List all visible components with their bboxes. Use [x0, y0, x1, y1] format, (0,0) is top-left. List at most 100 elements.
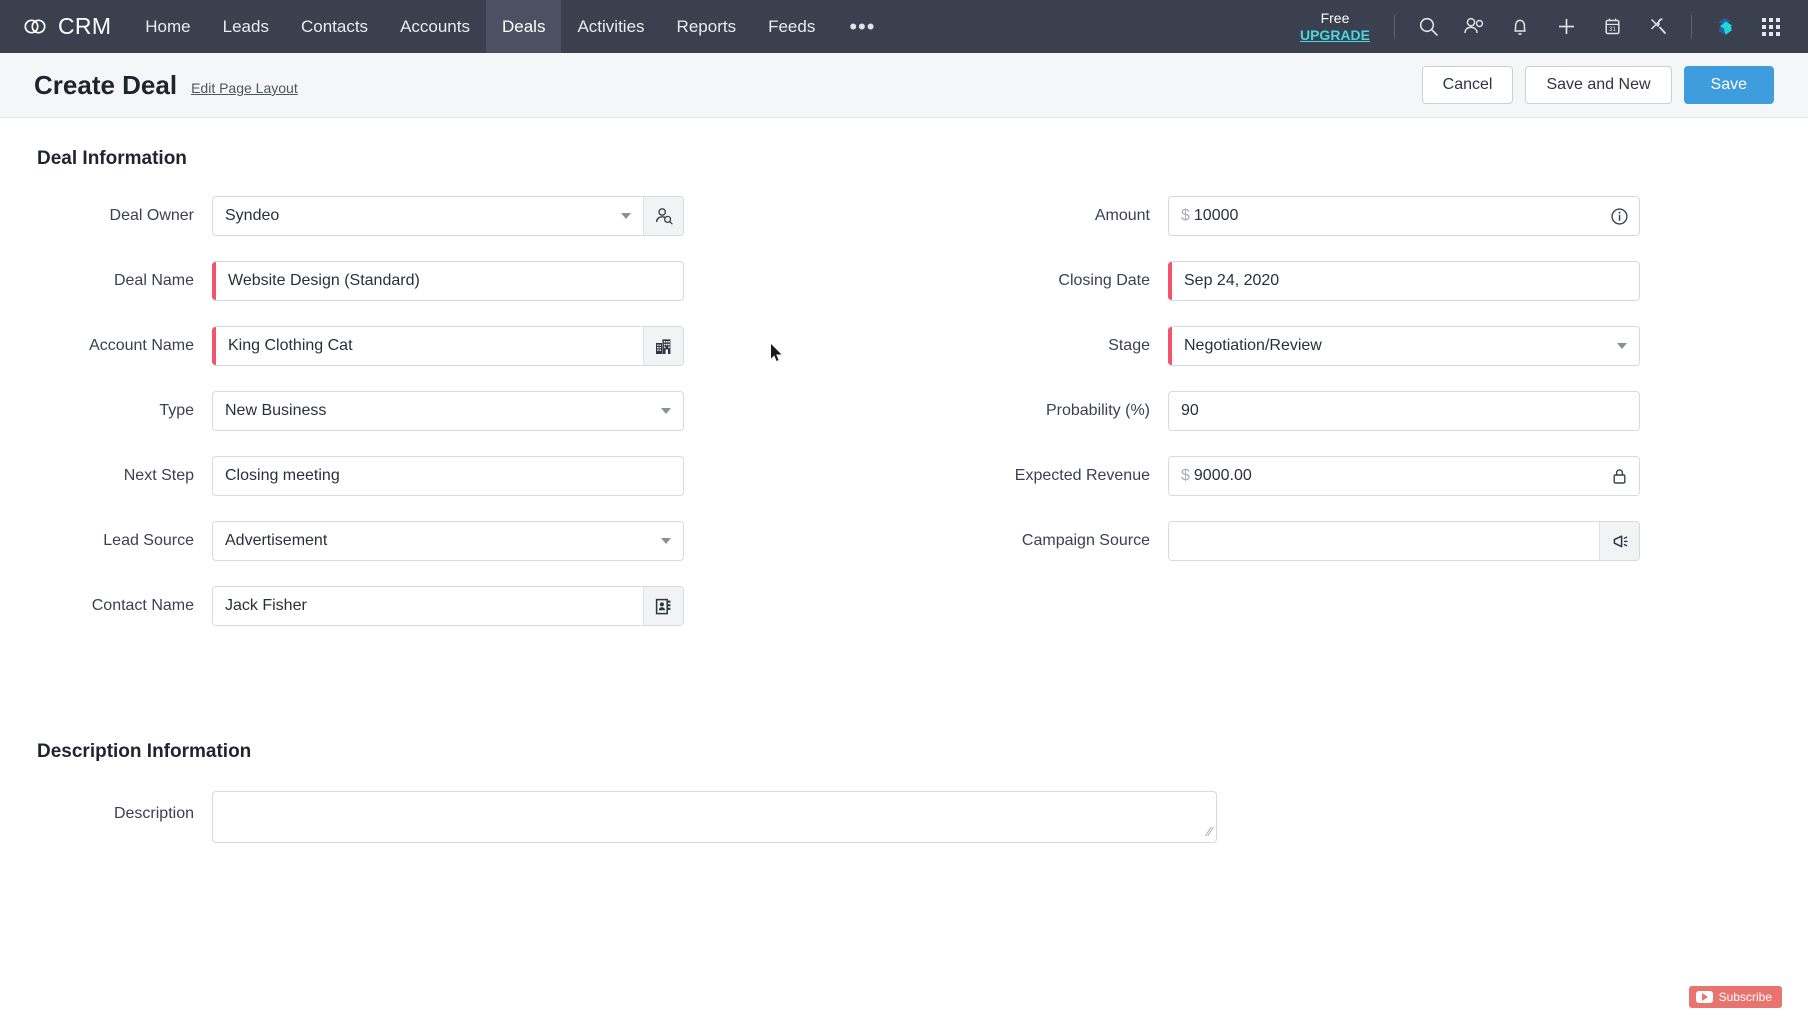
zia-icon[interactable] — [1702, 0, 1748, 53]
calendar-icon[interactable]: 31 — [1589, 0, 1635, 53]
field-campaign-source: Campaign Source — [904, 521, 1808, 561]
field-label-closing-date: Closing Date — [1058, 272, 1150, 289]
amount-number: 10000 — [1193, 207, 1239, 224]
info-icon[interactable] — [1599, 197, 1639, 235]
brand-logo-area[interactable]: CRM — [0, 0, 129, 53]
field-value-closing-date[interactable]: Sep 24, 2020 — [1172, 272, 1639, 290]
field-contact-name: Contact Name Jack Fisher — [0, 586, 904, 626]
user-search-icon[interactable] — [643, 197, 683, 235]
resize-grip-icon[interactable]: ⁄⁄ — [1208, 824, 1212, 839]
field-value-amount[interactable]: $10000 — [1169, 207, 1599, 225]
megaphone-icon[interactable] — [1599, 522, 1639, 560]
field-label-probability: Probability (%) — [1045, 402, 1150, 419]
nav-tab-reports[interactable]: Reports — [661, 0, 753, 53]
field-stage: Stage Negotiation/Review — [904, 326, 1808, 366]
save-and-new-button[interactable]: Save and New — [1525, 66, 1672, 104]
chevron-down-icon[interactable] — [649, 408, 683, 414]
bell-icon[interactable] — [1497, 0, 1543, 53]
apps-grid-icon[interactable] — [1748, 0, 1794, 53]
section-title-description-information: Description Information — [37, 741, 252, 762]
field-control-expected-revenue: $9000.00 — [1168, 456, 1640, 496]
nav-divider-2 — [1691, 14, 1692, 39]
field-label-type: Type — [159, 402, 194, 419]
field-value-next-step[interactable]: Closing meeting — [213, 467, 683, 485]
field-value-probability[interactable]: 90 — [1169, 402, 1639, 420]
currency-symbol-amount: $ — [1181, 207, 1190, 224]
field-control-contact-name[interactable]: Jack Fisher — [212, 586, 684, 626]
field-label-stage: Stage — [1108, 337, 1150, 354]
cancel-button[interactable]: Cancel — [1421, 66, 1514, 104]
youtube-play-icon — [1695, 991, 1713, 1003]
page-title: Create Deal — [34, 69, 178, 100]
field-value-contact-name[interactable]: Jack Fisher — [213, 597, 643, 615]
field-control-account-name[interactable]: King Clothing Cat — [212, 326, 684, 366]
field-probability: Probability (%) 90 — [904, 391, 1808, 431]
field-value-account-name[interactable]: King Clothing Cat — [216, 337, 643, 355]
mouse-cursor-icon — [770, 343, 784, 367]
building-icon[interactable] — [643, 327, 683, 365]
field-amount: Amount $10000 — [904, 196, 1808, 236]
field-value-deal-name[interactable]: Website Design (Standard) — [216, 272, 683, 290]
field-value-type: New Business — [225, 402, 327, 419]
nav-tab-leads[interactable]: Leads — [207, 0, 285, 53]
field-control-deal-owner[interactable]: Syndeo — [212, 196, 684, 236]
field-control-type[interactable]: New Business — [212, 391, 684, 431]
edit-page-layout-link[interactable]: Edit Page Layout — [191, 74, 298, 96]
field-control-stage[interactable]: Negotiation/Review — [1168, 326, 1640, 366]
plan-label: Free — [1320, 10, 1350, 27]
nav-tab-feeds[interactable]: Feeds — [752, 0, 831, 53]
field-expected-revenue: Expected Revenue $9000.00 — [904, 456, 1808, 496]
field-label-account-name: Account Name — [89, 337, 194, 354]
youtube-subscribe-badge[interactable]: Subscribe — [1688, 986, 1782, 1008]
field-value-stage: Negotiation/Review — [1184, 337, 1322, 354]
upgrade-link[interactable]: UPGRADE — [1300, 27, 1370, 43]
field-value-deal-owner: Syndeo — [225, 207, 280, 224]
field-control-deal-name[interactable]: Website Design (Standard) — [212, 261, 684, 301]
field-account-name: Account Name King Clothing Cat — [0, 326, 904, 366]
field-label-deal-name: Deal Name — [113, 272, 194, 289]
field-label-description: Description — [113, 805, 194, 822]
field-control-closing-date[interactable]: Sep 24, 2020 — [1168, 261, 1640, 301]
save-button[interactable]: Save — [1683, 66, 1774, 104]
field-control-campaign-source[interactable] — [1168, 521, 1640, 561]
form-column-left: Deal Owner Syndeo Deal Name Website Desi… — [0, 196, 904, 651]
nav-tabs: Home Leads Contacts Accounts Deals Activ… — [129, 0, 893, 53]
section-title-deal-information: Deal Information — [37, 148, 187, 169]
header-action-buttons: Cancel Save and New Save — [1421, 66, 1774, 104]
upgrade-button[interactable]: Free UPGRADE — [1286, 10, 1384, 42]
users-icon[interactable] — [1451, 0, 1497, 53]
top-navigation-bar: CRM Home Leads Contacts Accounts Deals A… — [0, 0, 1808, 53]
nav-more-menu-icon[interactable]: ••• — [831, 0, 893, 53]
tools-icon[interactable] — [1635, 0, 1681, 53]
svg-text:31: 31 — [1609, 27, 1616, 33]
nav-tab-accounts[interactable]: Accounts — [384, 0, 486, 53]
brand-name: CRM — [58, 13, 112, 39]
field-control-next-step[interactable]: Closing meeting — [212, 456, 684, 496]
chevron-down-icon[interactable] — [1605, 343, 1639, 349]
chevron-down-icon[interactable] — [649, 538, 683, 544]
description-textarea[interactable]: ⁄⁄ — [212, 791, 1217, 843]
address-book-icon[interactable] — [643, 587, 683, 625]
field-closing-date: Closing Date Sep 24, 2020 — [904, 261, 1808, 301]
field-control-lead-source[interactable]: Advertisement — [212, 521, 684, 561]
apps-grid-glyph — [1762, 17, 1780, 36]
field-deal-name: Deal Name Website Design (Standard) — [0, 261, 904, 301]
field-control-amount[interactable]: $10000 — [1168, 196, 1640, 236]
field-label-expected-revenue: Expected Revenue — [1014, 467, 1150, 484]
field-control-probability[interactable]: 90 — [1168, 391, 1640, 431]
nav-tab-contacts[interactable]: Contacts — [285, 0, 384, 53]
subscribe-label: Subscribe — [1718, 990, 1772, 1004]
field-label-deal-owner: Deal Owner — [109, 207, 194, 224]
field-value-lead-source: Advertisement — [225, 532, 328, 549]
nav-tab-home[interactable]: Home — [129, 0, 206, 53]
nav-tab-deals[interactable]: Deals — [486, 0, 562, 53]
field-label-amount: Amount — [1094, 207, 1150, 224]
form-column-right: Amount $10000 Closing Date Sep 24, 2020 … — [904, 196, 1808, 651]
search-icon[interactable] — [1405, 0, 1451, 53]
field-label-campaign-source: Campaign Source — [1021, 532, 1150, 549]
page-header: Create Deal Edit Page Layout Cancel Save… — [0, 53, 1808, 118]
nav-tab-activities[interactable]: Activities — [561, 0, 660, 53]
field-type: Type New Business — [0, 391, 904, 431]
chevron-down-icon[interactable] — [609, 213, 643, 219]
plus-icon[interactable] — [1543, 0, 1589, 53]
